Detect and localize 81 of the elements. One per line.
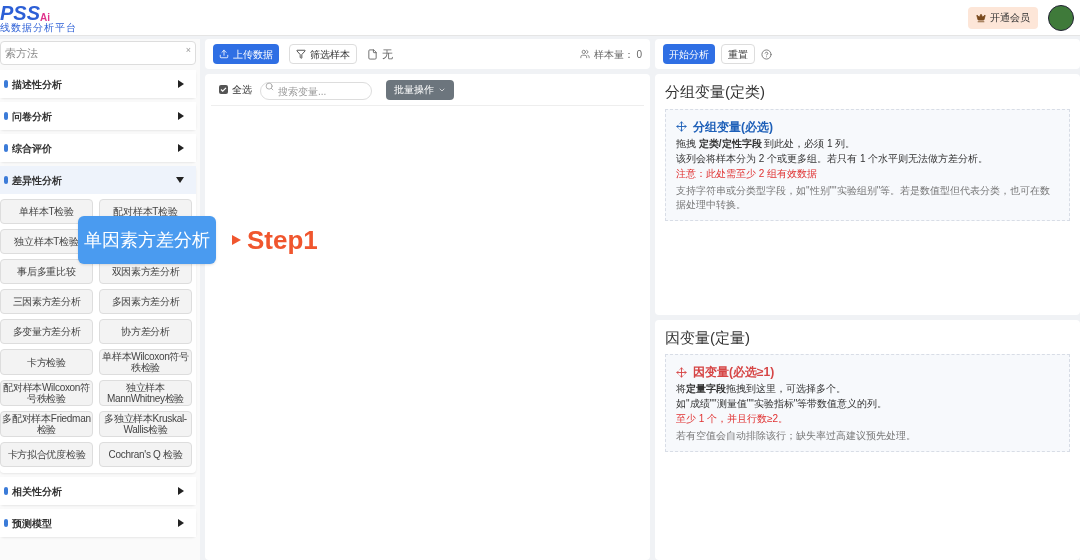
vip-button[interactable]: 开通会员 xyxy=(968,6,1038,29)
method-button[interactable]: 多配对样本Friedman检验 xyxy=(0,411,93,437)
sample-count-label: 样本量： xyxy=(594,47,635,62)
reset-button[interactable]: 重置 xyxy=(721,44,755,64)
zone-title: 分组变量(定类) xyxy=(664,82,766,102)
logo-suffix: Ai xyxy=(40,12,51,23)
logo-text: PSS xyxy=(0,2,41,23)
drop-title: 因变量(必选≥1) xyxy=(693,364,775,381)
triangle-icon xyxy=(232,235,241,245)
section-label: 相关性分析 xyxy=(12,484,63,499)
caret-right-icon xyxy=(178,112,184,120)
note-text: 支持字符串或分类型字段，如"性别""实验组别"等。若是数值型但代表分类，也可在数据处理中转换。 xyxy=(676,183,1052,212)
warning-text: 注意：此处需至少 2 组有效数据 xyxy=(676,166,819,181)
method-button[interactable]: 三因素方差分析 xyxy=(0,289,93,314)
caret-down-icon xyxy=(176,177,184,183)
caret-right-icon xyxy=(178,487,184,495)
help-icon[interactable] xyxy=(761,48,772,60)
avatar[interactable] xyxy=(1048,4,1074,31)
method-button[interactable]: 单样本Wilcoxon符号秩检验 xyxy=(99,349,192,375)
method-button[interactable]: 多变量方差分析 xyxy=(0,319,93,344)
file-name: 无 xyxy=(382,46,393,62)
method-button[interactable]: 卡方拟合优度检验 xyxy=(0,442,93,467)
zone-title: 因变量(定量) xyxy=(664,327,751,348)
filter-button[interactable]: 筛选样本 xyxy=(289,44,357,64)
caret-right-icon xyxy=(178,519,184,527)
sample-count: 0 xyxy=(636,47,642,62)
method-button[interactable]: 多独立样本Kruskal-Wallis检验 xyxy=(99,411,192,437)
select-all-label: 全选 xyxy=(232,83,252,97)
upload-icon xyxy=(219,49,229,59)
section-label: 综合评价 xyxy=(12,141,53,156)
method-button[interactable]: 独立样本MannWhitney检验 xyxy=(99,380,192,406)
section-header[interactable]: 描述性分析 xyxy=(0,70,196,98)
section-icon xyxy=(4,144,8,152)
crown-icon xyxy=(976,12,986,23)
drop-zone[interactable]: 因变量(必选≥1) 将定量字段拖拽到这里，可选择多个。 如"成绩""测量值""实验指标"等带数值意义的列。 至少 1 个，并且行数≥2。 若有空值会自动排除该行；缺失率过高建议预先处理。 xyxy=(665,354,1070,452)
move-icon xyxy=(676,366,687,378)
method-button[interactable]: 配对样本Wilcoxon符号秩检验 xyxy=(0,380,93,406)
instruction-text: 如"成绩""测量值""实验指标"等带数值意义的列。 xyxy=(676,397,889,411)
file-icon xyxy=(367,48,378,60)
logo-subtitle: 线数据分析平台 xyxy=(0,22,77,33)
instruction-text: 该列会将样本分为 2 个或更多组。若只有 1 个水平则无法做方差分析。 xyxy=(676,151,990,166)
step-label: Step1 xyxy=(247,223,318,257)
select-all-checkbox[interactable] xyxy=(219,85,228,94)
section-label: 差异性分析 xyxy=(12,173,63,188)
method-button[interactable]: 事后多重比较 xyxy=(0,259,93,284)
caret-right-icon xyxy=(178,80,184,88)
section-header[interactable]: 相关性分析 xyxy=(0,477,196,505)
section-header[interactable]: 差异性分析 xyxy=(0,166,196,194)
warning-text: 至少 1 个，并且行数≥2。 xyxy=(676,412,790,426)
method-button[interactable]: 单样本T检验 xyxy=(0,199,93,224)
step-tooltip: 单因素方差分析 xyxy=(78,216,216,264)
section-icon xyxy=(4,487,8,495)
section-label: 问卷分析 xyxy=(12,109,53,124)
section-header[interactable]: 预测模型 xyxy=(0,509,196,537)
section-icon xyxy=(4,80,8,88)
caret-right-icon xyxy=(178,144,184,152)
method-button[interactable]: 协方差分析 xyxy=(99,319,192,344)
start-analysis-button[interactable]: 开始分析 xyxy=(663,44,715,64)
search-icon xyxy=(265,82,274,91)
users-icon xyxy=(580,49,591,59)
section-header[interactable]: 问卷分析 xyxy=(0,102,196,130)
instruction-text: 将定量字段拖拽到这里，可选择多个。 xyxy=(676,382,847,396)
section-label: 预测模型 xyxy=(12,516,53,531)
section-icon xyxy=(4,176,8,184)
move-icon xyxy=(676,121,687,132)
instruction-text: 拖拽 定类/定性字段 到此处，必须 1 列。 xyxy=(676,136,857,151)
section-header[interactable]: 综合评价 xyxy=(0,134,196,162)
method-button[interactable]: 多因素方差分析 xyxy=(99,289,192,314)
drop-zone[interactable]: 分组变量(必选) 拖拽 定类/定性字段 到此处，必须 1 列。 该列会将样本分为 2 个或更多组。若只有 1 个水平则无法做方差分析。 注意：此处需至少 2 组有效数据 支持字符串或分类型字段，如"性别""实验组别"等。若是数值型但代表分类，也可在数据处理中转换。 xyxy=(665,108,1070,221)
section-label: 描述性分析 xyxy=(12,77,63,92)
variable-search-field[interactable]: 搜索变量... xyxy=(260,82,372,100)
logo[interactable]: PSSAi 线数据分析平台 xyxy=(0,2,77,33)
filter-icon xyxy=(296,49,306,59)
note-text: 若有空值会自动排除该行；缺失率过高建议预先处理。 xyxy=(676,429,917,443)
method-button[interactable]: Cochran's Q 检验 xyxy=(99,442,192,467)
section-icon xyxy=(4,112,8,120)
upload-button[interactable]: 上传数据 xyxy=(213,44,279,64)
method-button[interactable]: 卡方检验 xyxy=(0,349,93,375)
drop-title: 分组变量(必选) xyxy=(693,118,773,136)
section-icon xyxy=(4,519,8,527)
batch-button[interactable]: 批量操作 xyxy=(386,79,454,100)
